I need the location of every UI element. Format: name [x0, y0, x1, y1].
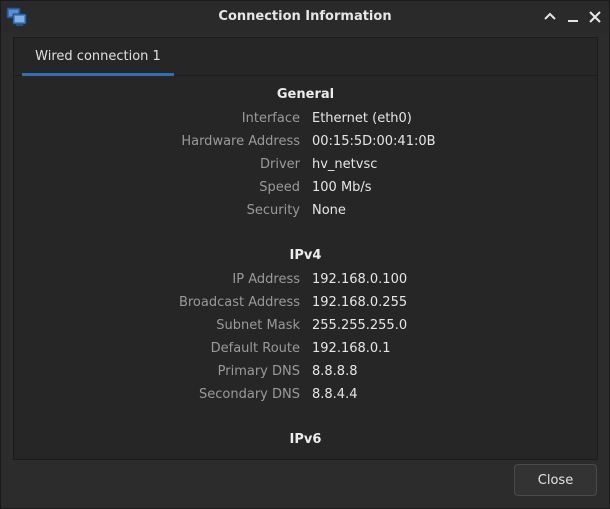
info-row-driver: Driver hv_netvsc	[14, 157, 597, 177]
info-row-hardware-address: Hardware Address 00:15:5D:00:41:0B	[14, 134, 597, 154]
info-row-secondary-dns: Secondary DNS 8.8.4.4	[14, 387, 597, 407]
connection-details: General Interface Ethernet (eth0) Hardwa…	[14, 76, 597, 459]
info-label: Interface	[241, 111, 300, 126]
connection-information-window: Connection Information Wired connection …	[0, 0, 610, 509]
info-value: 8.8.8.8	[312, 364, 358, 379]
info-label: Subnet Mask	[216, 318, 300, 333]
tab-bar: Wired connection 1	[14, 38, 597, 76]
info-row-primary-dns: Primary DNS 8.8.8.8	[14, 364, 597, 384]
close-icon[interactable]	[586, 8, 604, 26]
info-row-interface: Interface Ethernet (eth0)	[14, 111, 597, 131]
section-heading-general: General	[276, 87, 335, 102]
info-label: Default Route	[210, 341, 300, 356]
info-row-speed: Speed 100 Mb/s	[14, 180, 597, 200]
section-heading-ipv4: IPv4	[289, 248, 322, 263]
section-heading-ipv6: IPv6	[289, 432, 322, 447]
info-row-broadcast-address: Broadcast Address 192.168.0.255	[14, 295, 597, 315]
info-label: Primary DNS	[217, 364, 300, 379]
info-label: IP Address	[232, 272, 300, 287]
info-row-security: Security None	[14, 203, 597, 223]
title-bar[interactable]: Connection Information	[1, 1, 609, 33]
info-label: Secondary DNS	[199, 387, 300, 402]
close-button[interactable]: Close	[514, 464, 597, 496]
info-label: Security	[246, 203, 300, 218]
info-label: Broadcast Address	[178, 295, 300, 310]
info-value: 8.8.4.4	[312, 387, 358, 402]
info-value: 192.168.0.1	[312, 341, 391, 356]
info-label: Driver	[259, 157, 300, 172]
info-value: None	[312, 203, 346, 218]
info-value: 255.255.255.0	[312, 318, 408, 333]
tab-label: Wired connection 1	[35, 49, 161, 64]
info-label: Hardware Address	[181, 134, 300, 149]
info-row-subnet-mask: Subnet Mask 255.255.255.0	[14, 318, 597, 338]
connection-panel: Wired connection 1 General Interface Eth…	[13, 37, 598, 460]
tab-wired-connection-1[interactable]: Wired connection 1	[22, 38, 174, 76]
info-value: 00:15:5D:00:41:0B	[312, 134, 436, 149]
info-label: Speed	[259, 180, 300, 195]
window-title: Connection Information	[218, 9, 392, 24]
info-value: 100 Mb/s	[312, 180, 372, 195]
info-value: 192.168.0.100	[312, 272, 408, 287]
info-value: 192.168.0.255	[312, 295, 408, 310]
info-row-ip-address: IP Address 192.168.0.100	[14, 272, 597, 292]
info-value: hv_netvsc	[312, 157, 378, 172]
minimize-icon[interactable]	[564, 8, 582, 26]
info-row-default-route: Default Route 192.168.0.1	[14, 341, 597, 361]
chevron-up-icon[interactable]	[541, 8, 559, 26]
info-value: Ethernet (eth0)	[312, 111, 412, 126]
